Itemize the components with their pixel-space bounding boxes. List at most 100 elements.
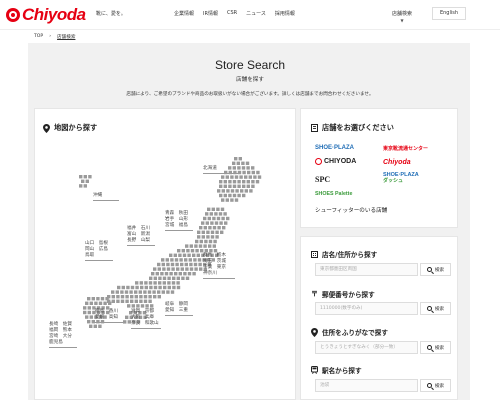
store-name-search-button[interactable]: 検索: [420, 263, 451, 276]
brand-shoe-fitter[interactable]: シューフィッターのいる店舗: [315, 206, 387, 214]
store-search-nav[interactable]: 店舗検索 ▼: [392, 10, 412, 23]
kana-address-input[interactable]: [315, 341, 418, 354]
map-dot: [230, 175, 234, 179]
region-hokuriku[interactable]: 福井 石川 富山 新潟 長野 山梨: [127, 226, 155, 246]
kana-search-button[interactable]: 検索: [420, 341, 451, 354]
map-dot: [222, 226, 226, 230]
map-dot: [134, 299, 138, 303]
map-dot: [184, 258, 188, 262]
region-kinki[interactable]: 滋賀 京都 大阪 兵庫 奈良 和歌山: [131, 309, 161, 329]
region-tokai[interactable]: 岐阜 静岡 愛知 三重: [165, 302, 193, 316]
map-dot: [205, 212, 209, 216]
store-search-label: 店舗検索: [392, 11, 413, 17]
search-by-kana-row: 検索: [315, 341, 451, 354]
map-dot: [94, 301, 98, 305]
postal-mark-icon: 〒: [311, 290, 318, 298]
region-shikoku[interactable]: 徳島 香川 愛媛 高知: [95, 309, 123, 323]
breadcrumb-current[interactable]: 店舗検索: [57, 34, 75, 40]
map-dot: [167, 276, 171, 280]
map-dot: [244, 175, 248, 179]
map-dot: [214, 212, 218, 216]
map-dot: [153, 281, 157, 285]
map-dot: [178, 272, 182, 276]
map-dot: [130, 285, 135, 290]
map-dot: [158, 281, 162, 285]
nav-item-recruit[interactable]: 採用情報: [275, 10, 295, 17]
map-dot: [219, 193, 223, 198]
store-name-input[interactable]: [315, 263, 418, 276]
map-dot: [85, 179, 89, 183]
station-name-input[interactable]: [315, 379, 418, 392]
map-dot: [182, 253, 187, 257]
region-chugoku[interactable]: 山口 島根 岡山 広島 鳥取: [85, 241, 113, 261]
japan-dot-map[interactable]: [35, 109, 297, 401]
chiyoda-logo[interactable]: Chiyoda: [6, 5, 86, 24]
brand-chiyoda[interactable]: Chiyoda: [383, 159, 411, 166]
zip-code-input[interactable]: [315, 302, 418, 315]
zip-search-button[interactable]: 検索: [420, 302, 451, 315]
map-dot: [175, 262, 179, 267]
language-button[interactable]: English: [432, 7, 466, 20]
station-search-button[interactable]: 検索: [420, 379, 451, 392]
store-icon: [311, 124, 318, 132]
map-dot: [140, 285, 144, 290]
map-dot: [213, 249, 218, 253]
map-dot: [189, 267, 194, 271]
search-by-name-row: 検索: [315, 263, 451, 276]
map-dot: [173, 253, 177, 257]
map-dot: [157, 295, 161, 299]
map-dot: [123, 320, 127, 324]
search-card: 店名/住所から探す 検索 〒 郵便番号から探す 検索 住所をふりがなで探す 検索…: [300, 236, 458, 400]
map-dot: [219, 180, 223, 184]
map-dot: [256, 170, 260, 175]
map-dot: [143, 295, 148, 299]
map-dot: [232, 180, 237, 184]
map-dot: [209, 249, 213, 253]
map-dot: [135, 285, 139, 290]
brand-shoes-palette[interactable]: SHOES Palette: [315, 191, 352, 197]
map-dot: [183, 272, 187, 276]
brand-shoe-plaza-dash[interactable]: SHOE·PLAZA ダッシュ: [383, 172, 419, 184]
brand-heading-text: 店舗をお選びください: [322, 123, 394, 132]
region-okinawa[interactable]: 沖縄: [93, 193, 119, 201]
map-dot: [185, 244, 189, 248]
map-dot: [214, 221, 219, 225]
map-dot: [232, 184, 237, 188]
map-dot: [195, 239, 199, 244]
breadcrumb-home[interactable]: TOP: [34, 34, 43, 40]
brand-tokyo-kutsu[interactable]: 東京靴流通センター: [383, 145, 428, 152]
map-dot: [225, 175, 229, 179]
map-dot: [157, 290, 161, 294]
map-dot: [91, 297, 95, 301]
map-dot: [89, 315, 93, 319]
map-dot: [221, 198, 225, 202]
map-dot: [248, 175, 252, 179]
region-kyushu[interactable]: 長崎 佐賀 福岡 熊本 宮崎 大分 鹿児島: [49, 322, 77, 348]
map-dot: [232, 193, 237, 198]
header-divider: [0, 29, 500, 30]
map-dot: [219, 184, 223, 188]
nav-item-ir[interactable]: IR情報: [203, 10, 218, 17]
map-dot: [169, 253, 173, 257]
map-dot: [181, 276, 185, 280]
page-title: Store Search: [214, 58, 286, 72]
map-dot: [187, 272, 192, 276]
map-dot: [241, 161, 245, 165]
region-hokkaido[interactable]: 北海道: [203, 166, 239, 174]
search-by-name-heading: 店名/住所から探す: [311, 249, 377, 259]
brand-spc[interactable]: SPC: [315, 175, 330, 184]
map-card: 地図から探す 北海道 沖縄 青森 秋田 岩手 山形 宮城 福島 福井 石川 富山 新潟…: [34, 108, 296, 400]
map-dot: [189, 262, 193, 267]
nav-item-csr[interactable]: CSR: [227, 10, 237, 17]
map-dot: [158, 276, 162, 280]
map-dot: [197, 235, 201, 239]
map-dot: [157, 267, 161, 271]
map-dot: [145, 304, 149, 308]
region-tohoku[interactable]: 青森 秋田 岩手 山形 宮城 福島: [165, 211, 193, 231]
map-dot: [226, 189, 230, 193]
brand-chiyoda-logo[interactable]: CHIYODA: [315, 158, 356, 165]
nav-item-news[interactable]: ニュース: [246, 10, 266, 17]
nav-item-corporate[interactable]: 企業情報: [174, 10, 194, 17]
brand-shoe-plaza[interactable]: SHOE·PLAZA: [315, 145, 354, 151]
region-kanto[interactable]: 群馬 栃木 埼玉 茨城 千葉 東京 神奈川: [203, 253, 235, 279]
